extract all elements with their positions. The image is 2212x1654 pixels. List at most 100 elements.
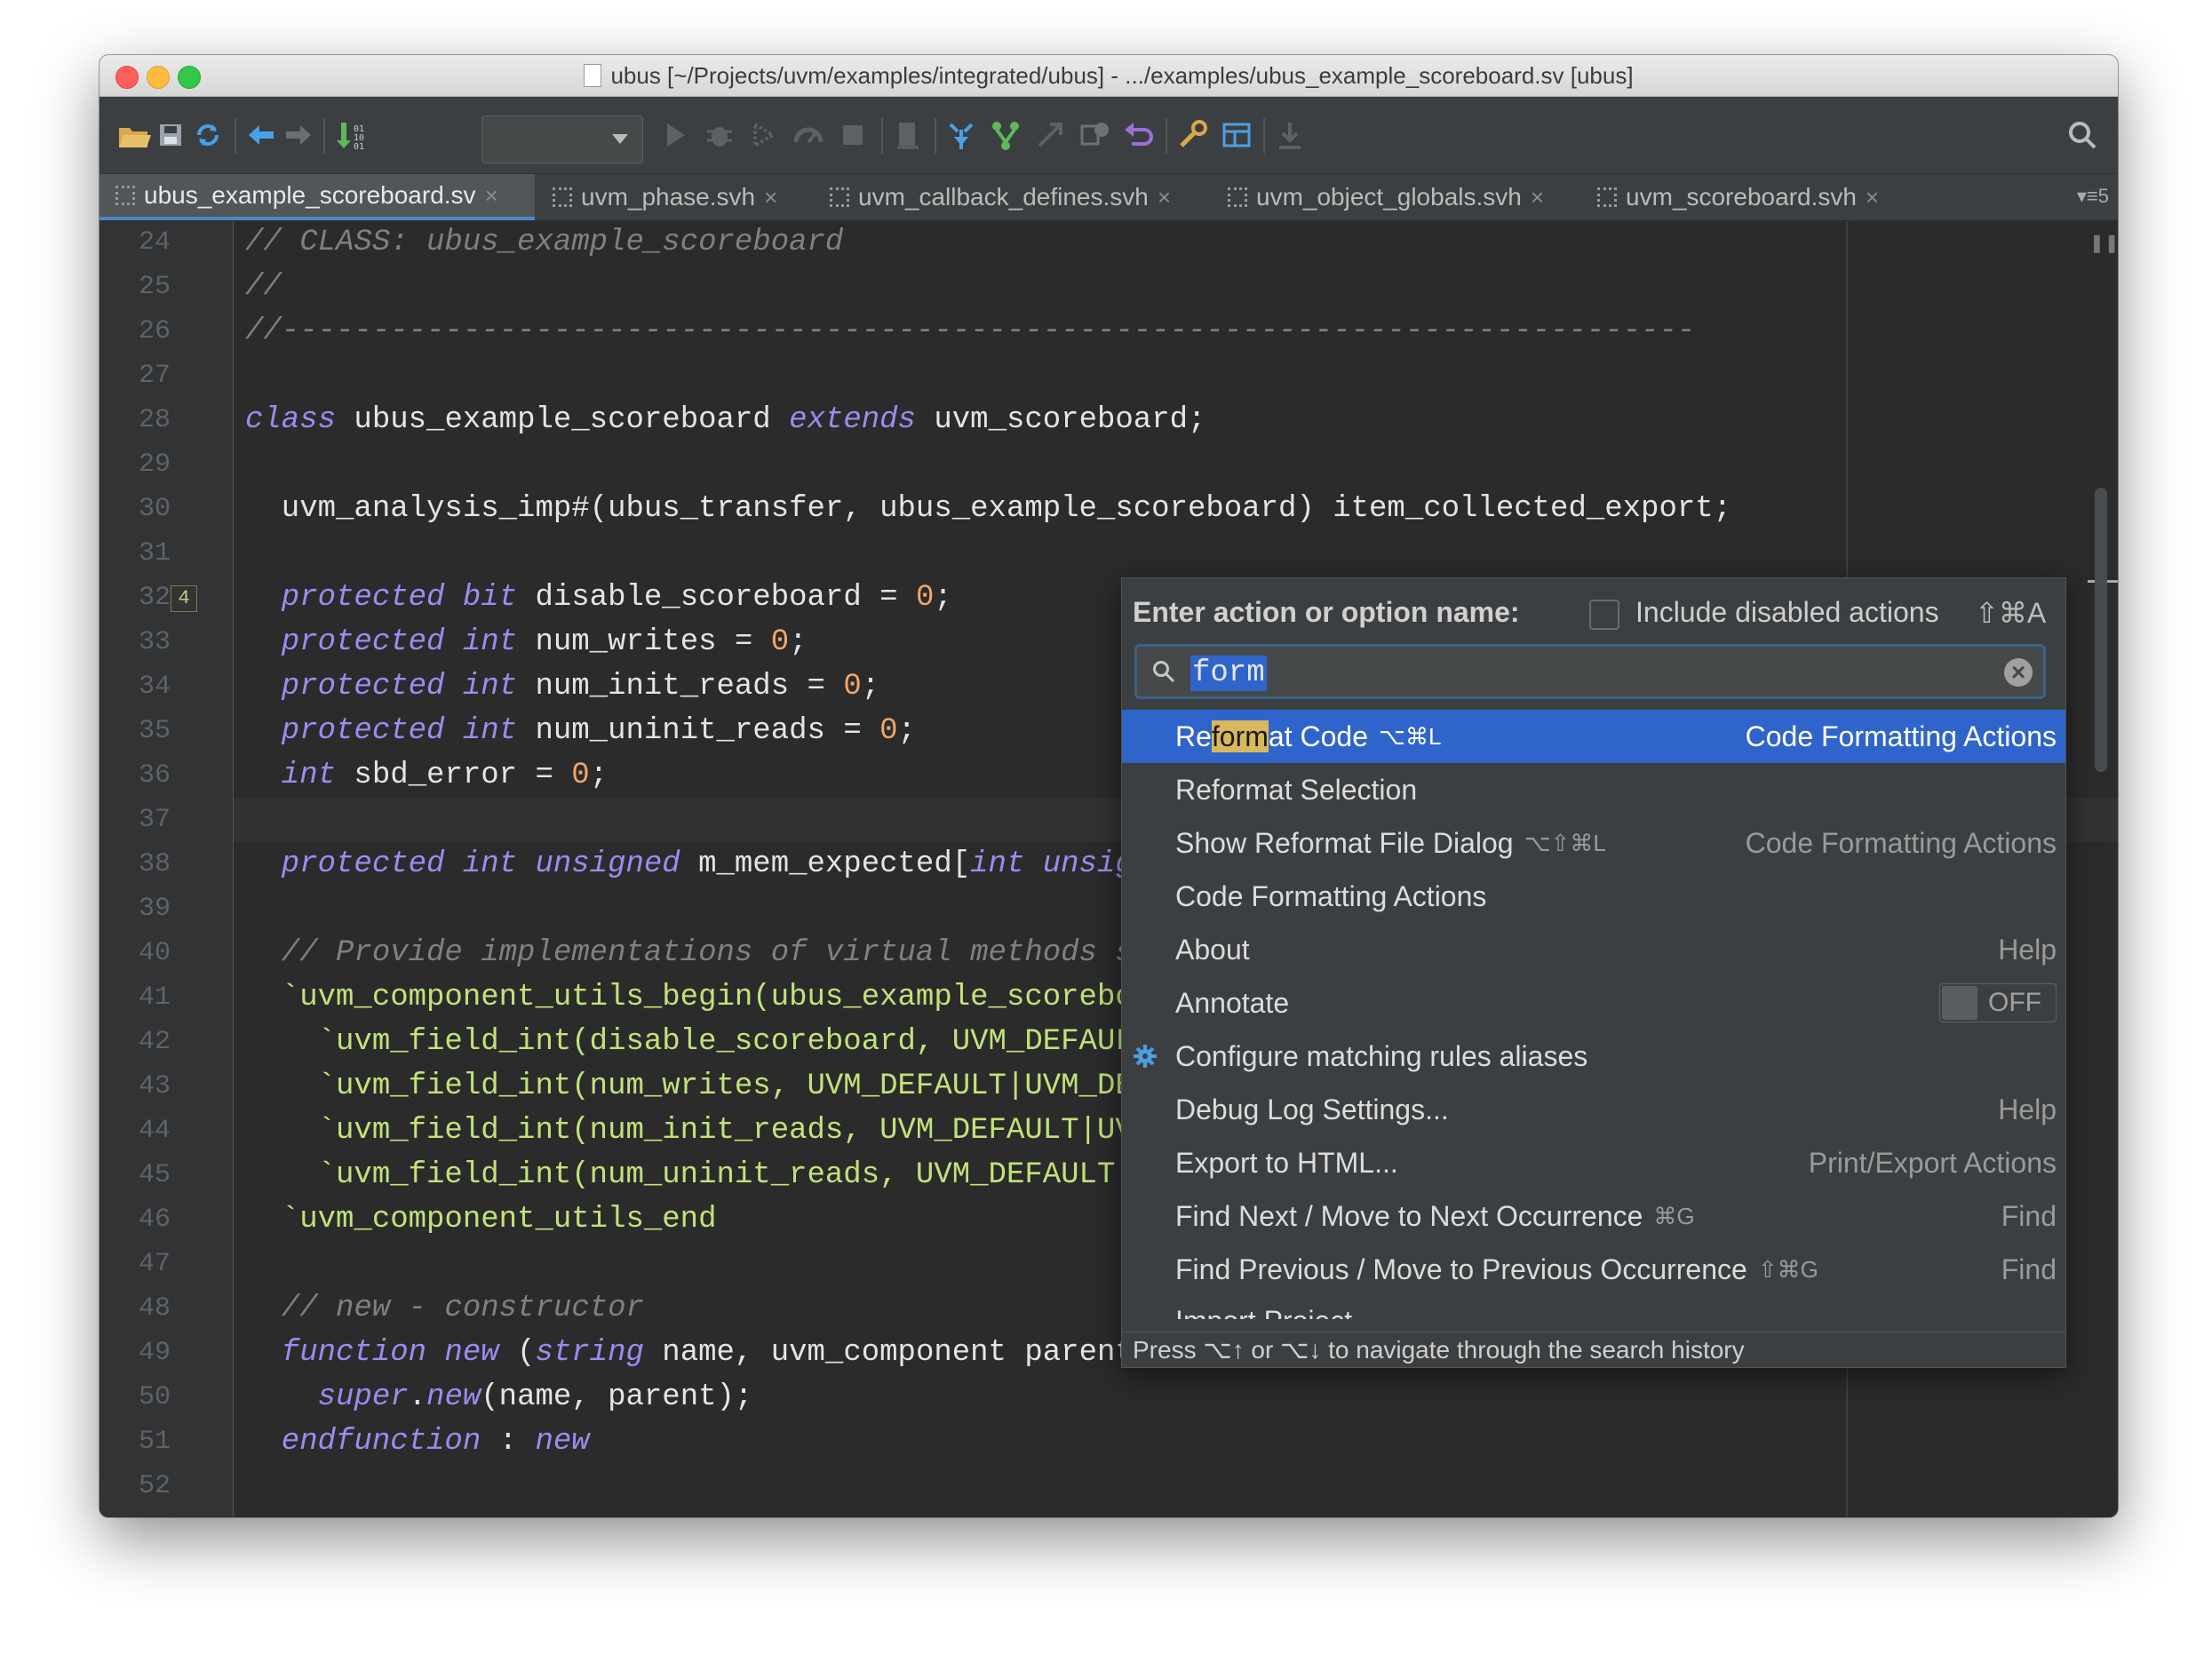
line-number: 35 [138, 716, 171, 746]
file-icon [553, 187, 572, 207]
result-category: Find [2001, 1199, 2057, 1232]
line-number: 26 [138, 316, 171, 346]
find-action-popup: Enter action or option name: Include dis… [1121, 577, 2066, 1368]
vcs-push-icon[interactable] [1030, 115, 1070, 155]
result-item-reformat-code[interactable]: Reformat Code ⌥⌘L Code Formatting Action… [1122, 710, 2065, 763]
code-line: `uvm_field_int(num_init_reads, UVM_DEFAU… [245, 1114, 1243, 1148]
profile-icon[interactable] [789, 115, 828, 155]
tab-list-button[interactable]: ▾≡5 [2077, 185, 2109, 208]
structure-icon[interactable] [1217, 115, 1256, 155]
line-number: 52 [138, 1471, 171, 1501]
tab-uvm-callback-defines[interactable]: uvm_callback_defines.svh × [814, 174, 1210, 220]
include-disabled-shortcut: ⇧⌘A [1975, 597, 2047, 629]
line-number: 34 [138, 672, 171, 702]
run-icon[interactable] [656, 115, 695, 155]
line-number: 46 [138, 1205, 171, 1235]
forward-arrow-icon[interactable] [279, 115, 318, 155]
compare-icon[interactable] [1075, 115, 1114, 155]
vcs-update-icon[interactable] [942, 115, 981, 155]
debug-icon[interactable] [700, 115, 739, 155]
sync-icon[interactable] [188, 115, 227, 155]
tab-ubus-example-scoreboard[interactable]: ubus_example_scoreboard.sv × [99, 174, 535, 220]
result-category: Print/Export Actions [1808, 1146, 2057, 1179]
title-bar: ubus [~/Projects/uvm/examples/integrated… [99, 55, 2118, 97]
result-item-configure-matching-rules-aliases[interactable]: Configure matching rules aliases [1122, 1030, 2065, 1083]
result-category: Help [1998, 933, 2057, 966]
include-disabled-checkbox[interactable] [1589, 600, 1619, 630]
line-number: 36 [138, 760, 171, 791]
code-line: uvm_analysis_imp#(ubus_transfer, ubus_ex… [245, 492, 1732, 526]
result-shortcut: ⌥⌘L [1378, 722, 1442, 750]
action-search-field[interactable]: form × [1134, 644, 2046, 699]
result-item-code-formatting-actions[interactable]: Code Formatting Actions [1122, 870, 2065, 923]
coverage-icon[interactable] [744, 115, 784, 155]
line-number: 50 [138, 1382, 171, 1412]
result-item-find-previous[interactable]: Find Previous / Move to Previous Occurre… [1122, 1243, 2065, 1296]
close-icon[interactable]: × [764, 184, 777, 211]
code-line: // new - constructor [245, 1292, 644, 1325]
chevron-down-icon [612, 134, 628, 144]
search-icon[interactable] [2063, 115, 2102, 155]
code-line: protected int num_writes = 0; [245, 625, 808, 659]
vertical-scrollbar[interactable] [2095, 488, 2107, 772]
result-item-debug-log-settings[interactable]: Debug Log Settings... Help [1122, 1083, 2065, 1136]
result-item-import-project[interactable]: Import Project... [1175, 1296, 1376, 1319]
back-arrow-icon[interactable] [242, 115, 281, 155]
close-icon[interactable]: × [1158, 184, 1171, 211]
close-icon[interactable]: × [485, 182, 498, 210]
tab-label: uvm_callback_defines.svh [858, 183, 1149, 211]
result-item-find-next[interactable]: Find Next / Move to Next Occurrence ⌘G F… [1122, 1189, 2065, 1243]
line-number: 41 [138, 982, 171, 1013]
build-icon[interactable]: 01 10 01 [330, 115, 370, 155]
open-folder-icon[interactable] [114, 115, 153, 155]
result-item-annotate[interactable]: Annotate OFF [1122, 976, 2065, 1030]
result-item-show-reformat-file-dialog[interactable]: Show Reformat File Dialog ⌥⇧⌘L Code Form… [1122, 816, 2065, 870]
bookmark-icon[interactable] [888, 115, 927, 155]
line-number: 28 [138, 405, 171, 435]
result-name: Annotate [1175, 986, 1290, 1019]
code-line: //--------------------------------------… [245, 314, 1696, 348]
line-number: 30 [138, 494, 171, 524]
code-line: int sbd_error = 0; [245, 759, 609, 792]
tab-uvm-object-globals[interactable]: uvm_object_globals.svh × [1212, 174, 1579, 220]
close-icon[interactable]: × [1531, 184, 1544, 211]
tab-uvm-phase[interactable]: uvm_phase.svh × [537, 174, 812, 220]
pause-icon: ❚❚ [2089, 234, 2118, 253]
line-number: 32 [138, 583, 171, 613]
main-toolbar: 01 10 01 [99, 97, 2118, 174]
save-icon[interactable] [151, 115, 190, 155]
result-category: Code Formatting Actions [1745, 720, 2057, 752]
annotate-toggle[interactable]: OFF [1939, 983, 2057, 1022]
close-icon[interactable]: × [1866, 184, 1879, 211]
settings-icon[interactable] [1173, 115, 1212, 155]
ide-window: ubus [~/Projects/uvm/examples/integrated… [99, 55, 2118, 1517]
code-line: protected int num_init_reads = 0; [245, 670, 880, 704]
tab-label: uvm_scoreboard.svh [1626, 183, 1857, 211]
search-input[interactable]: form [1190, 656, 1267, 691]
result-category: Code Formatting Actions [1745, 826, 2057, 859]
code-line: // [245, 270, 282, 304]
popup-footer-hint: Press ⌥↑ or ⌥↓ to navigate through the s… [1122, 1332, 2065, 1367]
fold-marker-badge[interactable]: 4 [171, 585, 197, 612]
result-name: Find Next / Move to Next Occurrence [1175, 1199, 1643, 1232]
clear-search-icon[interactable]: × [2004, 658, 2033, 687]
result-name: Show Reformat File Dialog [1175, 826, 1514, 859]
line-number: 48 [138, 1293, 171, 1324]
result-item-export-to-html[interactable]: Export to HTML... Print/Export Actions [1122, 1136, 2065, 1189]
vcs-commit-icon[interactable] [986, 115, 1025, 155]
revert-icon[interactable] [1119, 115, 1158, 155]
svg-text:01: 01 [354, 142, 364, 152]
file-icon [115, 186, 135, 205]
run-configuration-dropdown[interactable] [481, 115, 643, 163]
download-icon[interactable] [1270, 115, 1309, 155]
result-item-reformat-selection[interactable]: Reformat Selection [1122, 763, 2065, 816]
line-number: 24 [138, 227, 171, 258]
tab-uvm-scoreboard[interactable]: uvm_scoreboard.svh × [1581, 174, 1928, 220]
include-disabled-label: Include disabled actions [1635, 596, 1939, 628]
result-item-about[interactable]: About Help [1122, 923, 2065, 976]
line-number: 29 [138, 449, 171, 480]
result-name: Export to HTML... [1175, 1146, 1398, 1179]
result-category: Help [1998, 1093, 2057, 1125]
line-number: 51 [138, 1427, 171, 1457]
stop-icon[interactable] [833, 115, 872, 155]
